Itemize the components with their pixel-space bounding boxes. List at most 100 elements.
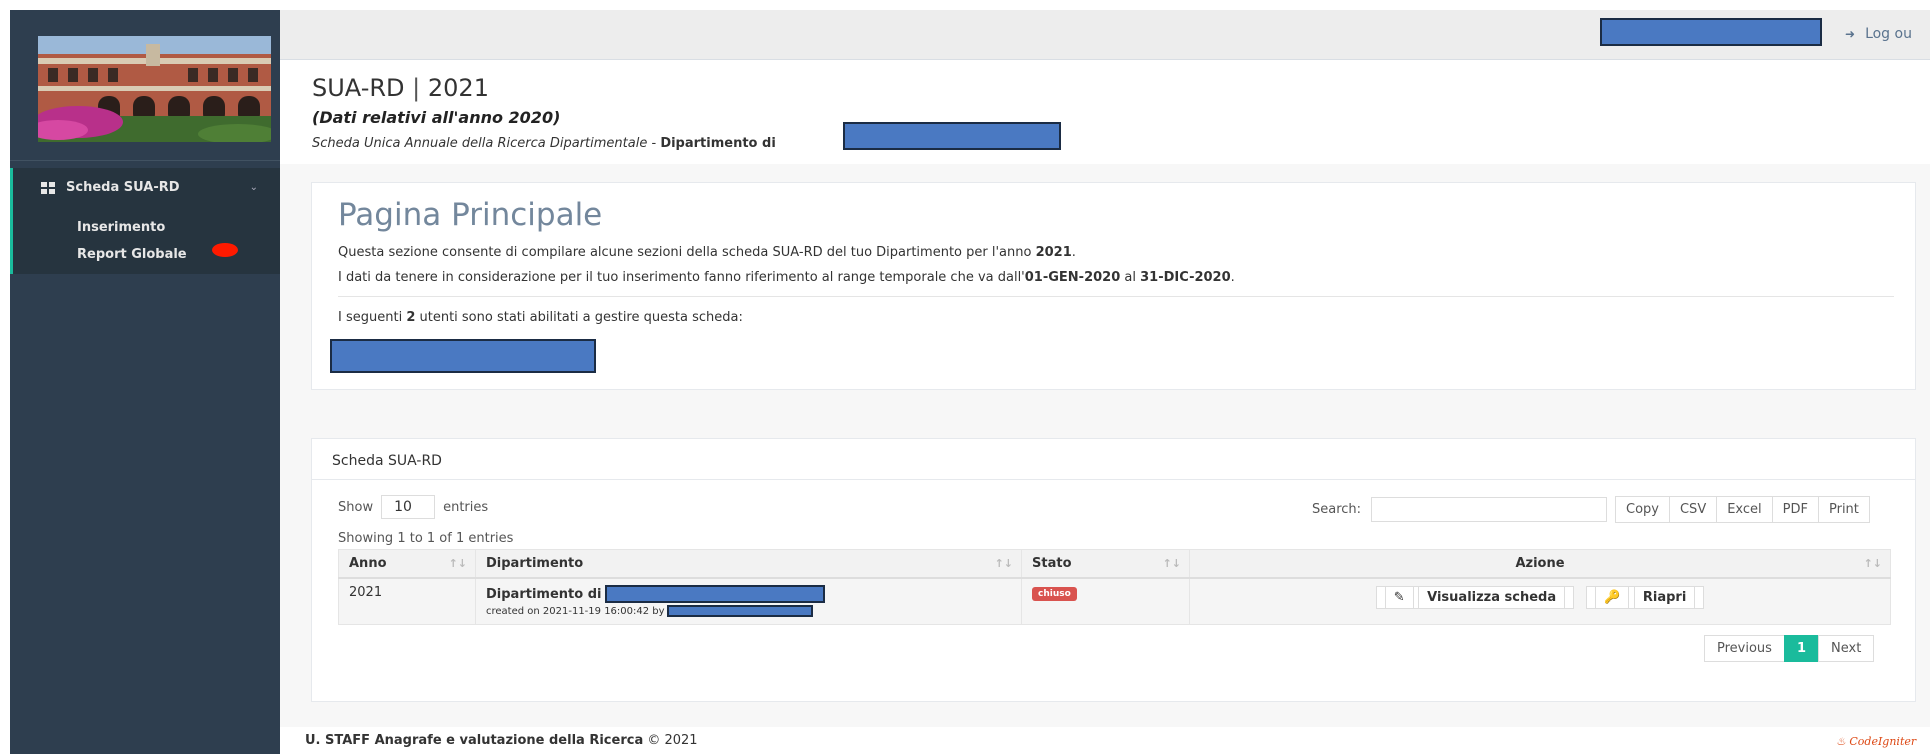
cell-dipartimento: Dipartimento di created on 2021-11-19 16… (475, 577, 1022, 625)
export-buttons: Copy CSV Excel PDF Print (1615, 496, 1870, 523)
university-building-photo (38, 36, 271, 142)
column-label: Azione (1515, 556, 1565, 571)
show-label: Show (338, 499, 374, 515)
cell-anno: 2021 (338, 577, 476, 625)
column-label: Dipartimento (486, 556, 584, 571)
page-subtitle: (Dati relativi all'anno 2020) (312, 108, 561, 127)
description-dash: - (647, 136, 661, 151)
table-row: 2021 Dipartimento di created on 2021-11-… (338, 577, 1891, 625)
pagination: Previous 1 Next (1704, 635, 1875, 662)
sidebar-item-inserimento[interactable]: Inserimento (77, 220, 165, 235)
red-annotation-mark (212, 243, 238, 257)
codeigniter-logo: ♨ CodeIgniter (1836, 735, 1916, 748)
scheda-table: Anno ↑↓ Dipartimento ↑↓ Stato ↑↓ Azione ↑↓ 2… (338, 549, 1891, 625)
main-info-panel: Pagina Principale Questa sezione consent… (311, 182, 1916, 390)
page-1-button[interactable]: 1 (1783, 635, 1819, 662)
entries-select[interactable]: 10 (381, 495, 436, 519)
page-title: SUA-RD | 2021 (312, 74, 489, 102)
page-description: Scheda Unica Annuale della Ricerca Dipar… (312, 136, 776, 151)
range-start: 01-GEN-2020 (1024, 270, 1121, 285)
department-label: Dipartimento di (486, 586, 602, 602)
info-text: . (1071, 245, 1076, 260)
riapri-button[interactable]: 🔑 Riapri (1586, 586, 1705, 609)
csv-button[interactable]: CSV (1668, 496, 1718, 523)
info-text: utenti sono stati abilitati a gestire qu… (415, 310, 743, 325)
table-info: Showing 1 to 1 of 1 entries (338, 531, 514, 546)
page-header: SUA-RD | 2021 (Dati relativi all'anno 20… (280, 60, 1930, 164)
button-label: Riapri (1633, 586, 1696, 609)
sort-icon: ↑↓ (994, 557, 1013, 570)
divider (338, 296, 1894, 297)
column-header-dipartimento[interactable]: Dipartimento ↑↓ (475, 549, 1022, 579)
page-title-year: 2021 (427, 74, 489, 102)
logout-label: Log ou (1865, 26, 1912, 42)
brand-label: CodeIgniter (1849, 735, 1917, 748)
sidebar-item-report-globale[interactable]: Report Globale (77, 247, 187, 262)
info-line-range: I dati da tenere in considerazione per i… (338, 270, 1235, 285)
users-count: 2 (406, 310, 416, 325)
button-label: Visualizza scheda (1418, 586, 1566, 609)
status-badge: chiuso (1032, 587, 1077, 601)
excel-button[interactable]: Excel (1716, 496, 1773, 523)
page-title-name: SUA-RD (312, 74, 405, 102)
sidebar: Scheda SUA-RD ⌄ Inserimento Report Globa… (10, 10, 280, 754)
panel-title: Pagina Principale (338, 197, 603, 233)
info-text: Questa sezione consente di compilare alc… (338, 245, 1036, 260)
cell-azione: ✎ Visualizza scheda 🔑 Riapri (1189, 577, 1891, 625)
info-year: 2021 (1035, 245, 1072, 260)
footer-org: U. STAFF Anagrafe e valutazione della Ri… (305, 733, 644, 748)
edit-icon: ✎ (1384, 586, 1414, 609)
info-line-year: Questa sezione consente di compilare alc… (338, 245, 1076, 260)
page-title-separator: | (412, 74, 421, 102)
sort-icon: ↑↓ (448, 557, 467, 570)
entries-label: entries (443, 499, 489, 515)
panel-title: Scheda SUA-RD (332, 453, 442, 469)
description-italic: Scheda Unica Annuale della Ricerca Dipar… (312, 136, 648, 151)
sort-icon: ↑↓ (1162, 557, 1181, 570)
column-label: Anno (349, 556, 387, 571)
next-page-button[interactable]: Next (1818, 635, 1875, 662)
info-text: I seguenti (338, 310, 407, 325)
table-header-row: Anno ↑↓ Dipartimento ↑↓ Stato ↑↓ Azione ↑↓ (338, 549, 1891, 579)
grid-icon (41, 181, 56, 194)
column-header-stato[interactable]: Stato ↑↓ (1021, 549, 1190, 579)
previous-page-button[interactable]: Previous (1704, 635, 1785, 662)
entries-length-control: Show 10 entries (338, 495, 488, 519)
top-navbar: ➜ Log ou (280, 10, 1930, 60)
cell-stato: chiuso (1021, 577, 1190, 625)
created-text: created on 2021-11-19 16:00:42 by (486, 605, 665, 617)
department-name: Dipartimento di (486, 585, 1011, 603)
print-button[interactable]: Print (1817, 496, 1870, 523)
key-icon: 🔑 (1595, 586, 1630, 609)
department-name-redacted (605, 585, 826, 603)
search-input[interactable] (1371, 497, 1608, 522)
sort-icon: ↑↓ (1863, 557, 1882, 570)
info-text: I dati da tenere in considerazione per i… (338, 270, 1025, 285)
enabled-users-redacted (330, 339, 596, 373)
pdf-button[interactable]: PDF (1771, 496, 1819, 523)
sidebar-menu-group: Scheda SUA-RD ⌄ Inserimento Report Globa… (10, 168, 280, 274)
created-info: created on 2021-11-19 16:00:42 by (486, 605, 1011, 617)
footer-copyright: © 2021 (643, 733, 698, 748)
column-label: Stato (1032, 556, 1072, 571)
footer-text: U. STAFF Anagrafe e valutazione della Ri… (305, 733, 698, 748)
row-actions: ✎ Visualizza scheda 🔑 Riapri (1200, 586, 1880, 609)
scheda-table-panel: Scheda SUA-RD Show 10 entries Search: Co… (311, 438, 1916, 702)
sidebar-menu-scheda-sua-rd[interactable]: Scheda SUA-RD (41, 180, 180, 195)
department-name-redacted (843, 122, 1061, 150)
column-header-azione[interactable]: Azione ↑↓ (1189, 549, 1891, 579)
info-text: . (1230, 270, 1235, 285)
info-text: al (1120, 270, 1141, 285)
sidebar-menu-label: Scheda SUA-RD (66, 180, 180, 195)
visualizza-scheda-button[interactable]: ✎ Visualizza scheda (1375, 586, 1575, 609)
copy-button[interactable]: Copy (1615, 496, 1670, 523)
chevron-down-icon[interactable]: ⌄ (250, 182, 258, 193)
logout-link[interactable]: ➜ Log ou (1845, 26, 1912, 42)
column-header-anno[interactable]: Anno ↑↓ (338, 549, 476, 579)
creator-redacted (666, 605, 813, 617)
info-line-users: I seguenti 2 utenti sono stati abilitati… (338, 310, 743, 325)
user-name-redacted[interactable] (1600, 18, 1822, 46)
flame-icon: ♨ (1836, 735, 1846, 748)
footer: U. STAFF Anagrafe e valutazione della Ri… (280, 727, 1930, 754)
sign-out-icon: ➜ (1845, 27, 1856, 41)
